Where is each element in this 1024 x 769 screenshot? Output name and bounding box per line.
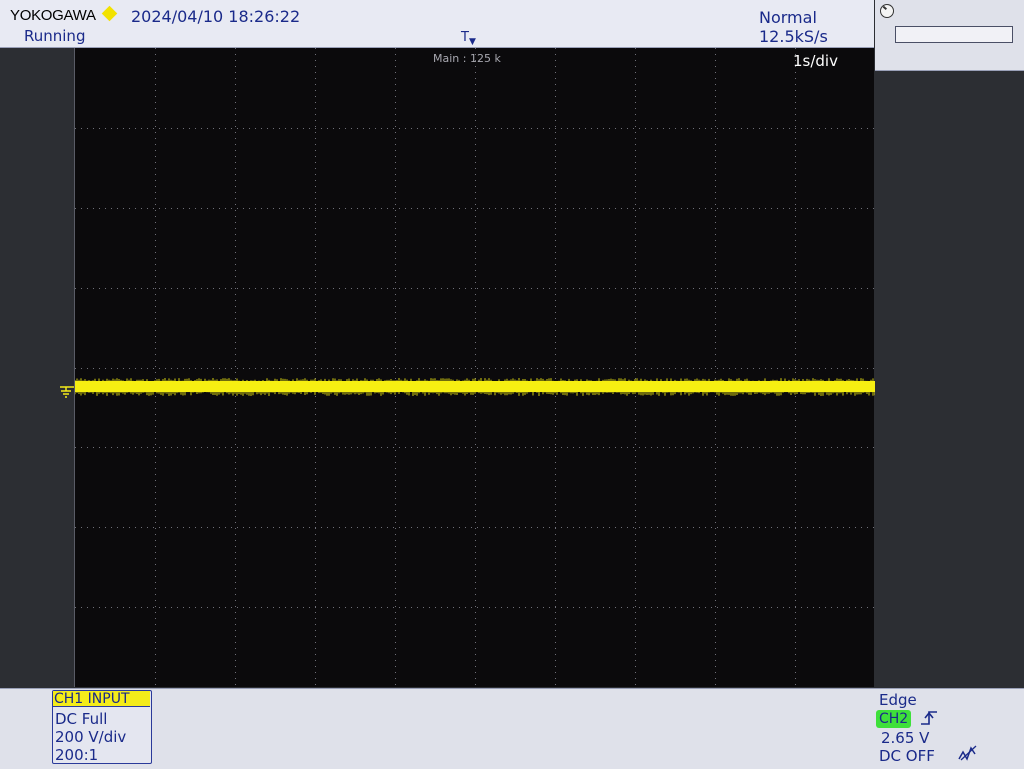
datetime: 2024/04/10 18:26:22 — [131, 7, 301, 26]
trigger-position-marker: T▼ — [461, 30, 476, 47]
trigger-marker-label: T — [461, 30, 469, 45]
ground-level-icon[interactable] — [58, 378, 74, 400]
grid-lines — [75, 48, 875, 687]
brand-logo: YOKOGAWA — [10, 7, 96, 24]
graticule — [75, 48, 875, 687]
run-status: Running — [24, 27, 86, 45]
ch1-scale: 200 V/div — [55, 728, 127, 746]
rising-edge-icon — [921, 711, 937, 725]
trigger-type[interactable]: Edge — [879, 691, 917, 709]
ch1-trace-noise — [75, 378, 875, 396]
main-record-length: Main : 125 k — [433, 52, 501, 65]
timebase-label: 1s/div — [793, 52, 838, 70]
ch1-header[interactable]: CH1 INPUT — [53, 691, 150, 707]
knob-value-field[interactable] — [895, 26, 1013, 43]
ch1-trace — [75, 378, 875, 396]
knob-icon[interactable] — [880, 4, 894, 18]
waveform-display[interactable] — [74, 48, 875, 687]
ch1-probe-ratio: 200:1 — [55, 746, 99, 764]
hf-reject-icon — [958, 745, 977, 761]
trigger-arrow-icon: ▼ — [468, 37, 476, 47]
trigger-coupling: DC OFF — [879, 747, 935, 765]
sample-rate: 12.5kS/s — [759, 27, 828, 46]
trigger-source-badge[interactable]: CH2 — [876, 710, 912, 728]
trigger-level: 2.65 V — [881, 729, 930, 747]
ch1-coupling: DC Full — [55, 710, 108, 728]
setup-info-bar — [0, 688, 1024, 769]
acquisition-mode: Normal — [759, 8, 817, 27]
